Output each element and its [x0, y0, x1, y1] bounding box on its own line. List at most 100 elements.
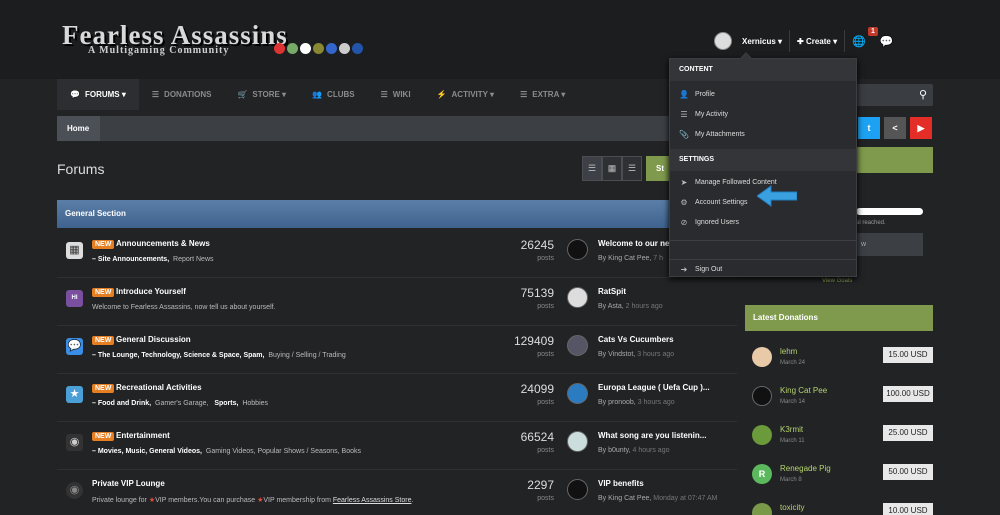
forum-title[interactable]: Recreational Activities — [116, 383, 202, 392]
donor-avatar[interactable]: R — [752, 464, 772, 484]
posts-label: posts — [537, 447, 554, 454]
subforum-link[interactable]: – Site Announcements, — [92, 256, 169, 263]
table-view-icon[interactable]: ☰ — [582, 156, 602, 181]
share-icon[interactable]: < — [884, 117, 906, 139]
last-post-title[interactable]: Europa League ( Uefa Cup )... — [598, 383, 710, 392]
forum-row: ◉ NEW Entertainment – Movies, Music, Gen… — [57, 422, 737, 470]
subforum-link[interactable]: – The Lounge, Technology, Science & Spac… — [92, 352, 264, 359]
forum-row: ▦ NEW Announcements & News – Site Announ… — [57, 230, 737, 278]
nav-wiki[interactable]: ☰ Wiki — [368, 79, 424, 110]
dropdown-section-content: Content — [670, 59, 856, 81]
menu-item-my-attachments[interactable]: 📎 My Attachments — [670, 125, 856, 145]
forum-row: HI NEW Introduce Yourself Welcome to Fea… — [57, 278, 737, 326]
last-post-title[interactable]: Welcome to our ne — [598, 239, 669, 248]
game-icon — [287, 43, 298, 54]
donor-avatar[interactable] — [752, 503, 772, 515]
subforum-link[interactable]: – Movies, Music, General Videos, — [92, 448, 202, 455]
forum-title[interactable]: Entertainment — [116, 431, 170, 440]
forum-title[interactable]: Private VIP Lounge — [92, 479, 165, 488]
menu-item-profile[interactable]: 👤 Profile — [670, 85, 856, 105]
nav-activity[interactable]: ⚡ Activity ▾ — [424, 79, 508, 110]
forum-title[interactable]: Announcements & News — [116, 239, 210, 248]
user-menu-toggle[interactable]: Xernicus ▾ — [742, 37, 782, 46]
nav-clubs[interactable]: 👥 Clubs — [299, 79, 368, 110]
donor-name[interactable]: King Cat Pee — [780, 386, 827, 395]
last-poster-name[interactable]: By Vindstot, — [598, 351, 635, 358]
last-poster-avatar[interactable] — [567, 287, 588, 308]
menu-item-label: Account Settings — [695, 199, 748, 206]
subforum-link[interactable]: Hobbies — [242, 400, 268, 407]
notification-badge: 1 — [868, 27, 878, 36]
menu-item-label: Profile — [695, 91, 715, 98]
nav-label: Forums ▾ — [84, 90, 126, 99]
last-poster-avatar[interactable] — [567, 239, 588, 260]
last-poster-name[interactable]: By King Cat Pee, — [598, 255, 651, 262]
nav-store[interactable]: 🛒 Store ▾ — [224, 79, 299, 110]
donation-amount: 15.00 USD — [883, 347, 933, 363]
last-post-title[interactable]: VIP benefits — [598, 479, 644, 488]
store-link[interactable]: Fearless Assassins Store — [333, 497, 412, 504]
donations-icon: ☰ — [151, 90, 160, 99]
donate-button[interactable] — [856, 147, 933, 173]
news-icon: ▦ — [66, 242, 83, 259]
nav-donations[interactable]: ☰ Donations — [139, 79, 225, 110]
last-poster-avatar[interactable] — [567, 431, 588, 452]
last-poster-avatar[interactable] — [567, 383, 588, 404]
last-poster-avatar[interactable] — [567, 479, 588, 500]
posts-label: posts — [537, 495, 554, 502]
last-post-time: 3 hours ago — [637, 399, 675, 406]
notifications-icon[interactable]: 🌐 — [852, 35, 866, 48]
last-poster-avatar[interactable] — [567, 335, 588, 356]
last-poster-name[interactable]: By b0unty, — [598, 447, 631, 454]
user-avatar[interactable] — [714, 32, 732, 50]
create-menu-button[interactable]: ✚ Create ▾ — [797, 37, 837, 46]
breadcrumb-home[interactable]: Home — [57, 116, 100, 141]
grid-view-icon[interactable]: ▦ — [602, 156, 622, 181]
post-count: 26245 — [520, 238, 554, 252]
donor-name[interactable]: K3rmit — [780, 425, 803, 434]
nav-extra[interactable]: ☰ Extra ▾ — [507, 79, 578, 110]
donor-name[interactable]: Renegade Pig — [780, 464, 831, 473]
donor-name[interactable]: lehm — [780, 347, 797, 356]
search-icon[interactable]: ⚲ — [919, 88, 927, 101]
subforum-link[interactable]: Buying / Selling / Trading — [268, 352, 345, 359]
menu-item-sign-out[interactable]: ➜ Sign Out — [670, 259, 856, 279]
search-input[interactable]: ⚲ — [856, 84, 933, 106]
last-poster-name[interactable]: By King Cat Pee, — [598, 495, 651, 502]
section-header[interactable]: General Section — [57, 200, 737, 228]
last-post-meta: By King Cat Pee, 7 h — [598, 255, 663, 262]
dropdown-section-settings: Settings — [670, 149, 856, 171]
subforum-link[interactable]: Sports, — [214, 400, 238, 407]
donor-avatar[interactable] — [752, 425, 772, 445]
new-badge: NEW — [92, 288, 115, 297]
list-view-icon[interactable]: ☰ — [622, 156, 642, 181]
game-logos — [274, 43, 363, 54]
last-post-title[interactable]: RatSpit — [598, 287, 626, 296]
twitter-icon[interactable]: t — [858, 117, 880, 139]
last-post-meta: By pronoob, 3 hours ago — [598, 399, 675, 406]
donor-avatar[interactable] — [752, 386, 772, 406]
donor-avatar[interactable] — [752, 347, 772, 367]
nav-forums[interactable]: 💬 Forums ▾ — [57, 79, 139, 110]
messages-icon[interactable]: 💬 — [880, 35, 894, 48]
subforum-link[interactable]: Gaming Videos, Popular Shows / Seasons, … — [206, 448, 361, 455]
youtube-icon[interactable]: ▶ — [910, 117, 932, 139]
game-icon — [339, 43, 350, 54]
subforum-link[interactable]: Gamer's Garage, — [155, 400, 208, 407]
last-post-title[interactable]: What song are you listenin... — [598, 431, 706, 440]
goal-view-button[interactable]: w — [856, 233, 923, 256]
subforum-link[interactable]: – Food and Drink, — [92, 400, 151, 407]
menu-item-my-activity[interactable]: ☰ My Activity — [670, 105, 856, 125]
forum-title[interactable]: General Discussion — [116, 335, 191, 344]
start-topic-button[interactable]: St — [646, 156, 670, 181]
user-icon: 👤 — [679, 90, 689, 99]
forum-title[interactable]: Introduce Yourself — [116, 287, 186, 296]
last-post-title[interactable]: Cats Vs Cucumbers — [598, 335, 674, 344]
forum-row: ★ NEW Recreational Activities – Food and… — [57, 374, 737, 422]
post-count: 24099 — [520, 382, 554, 396]
last-poster-name[interactable]: By Asta, — [598, 303, 624, 310]
subforum-link[interactable]: Report News — [173, 256, 213, 263]
last-poster-name[interactable]: By pronoob, — [598, 399, 636, 406]
menu-item-ignored-users[interactable]: ⊘ Ignored Users — [670, 213, 856, 233]
donor-name[interactable]: toxicity — [780, 503, 804, 512]
